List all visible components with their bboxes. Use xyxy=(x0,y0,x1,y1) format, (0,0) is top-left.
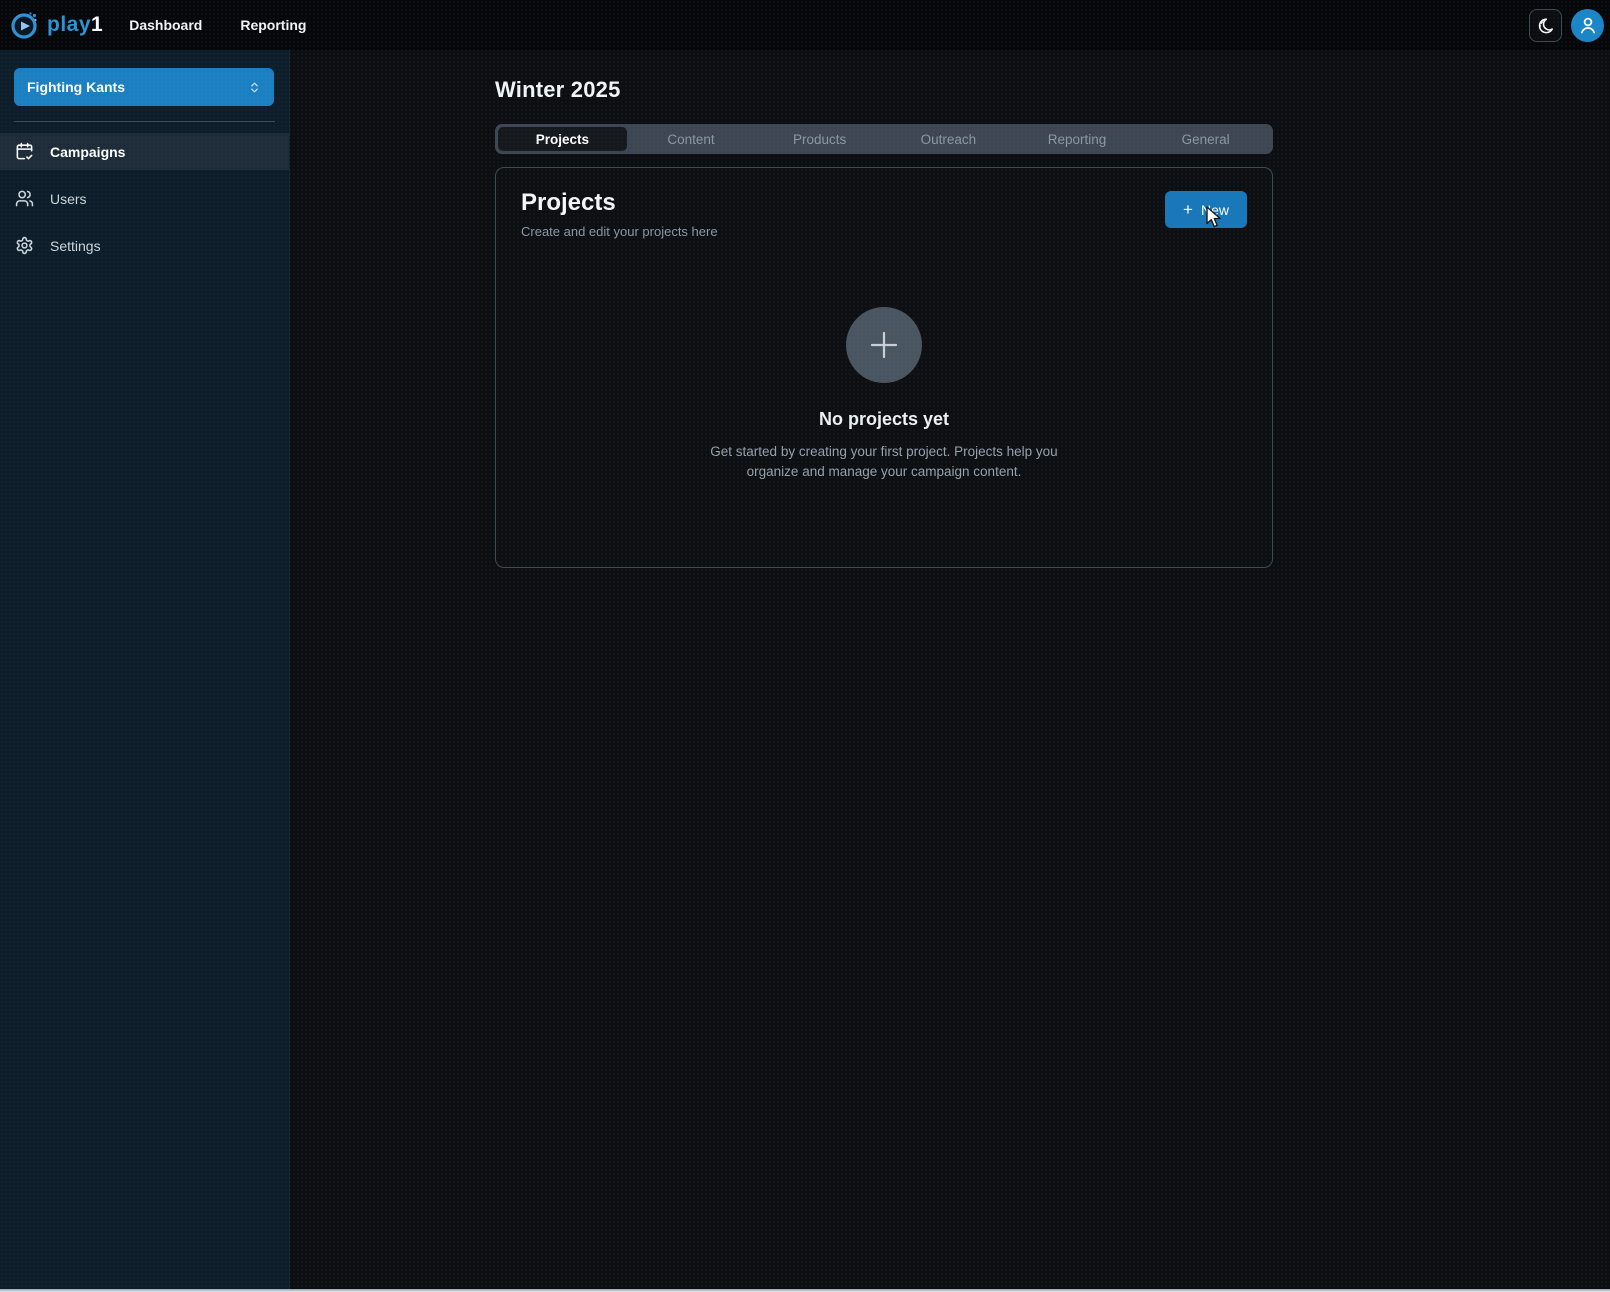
tab-projects[interactable]: Projects xyxy=(498,127,627,151)
nav-link-reporting[interactable]: Reporting xyxy=(240,17,306,33)
campaign-tabs: Projects Content Products Outreach Repor… xyxy=(495,124,1273,154)
sidebar: Fighting Kants Campaigns Users Settings xyxy=(0,50,290,1292)
projects-panel-heading: Projects Create and edit your projects h… xyxy=(521,189,718,239)
empty-state-plus-circle xyxy=(846,307,922,383)
sidebar-item-label: Campaigns xyxy=(50,143,126,160)
calendar-check-icon xyxy=(15,142,34,161)
tab-outreach[interactable]: Outreach xyxy=(884,127,1013,151)
app-logo[interactable]: play1 xyxy=(10,10,103,40)
sidebar-item-label: Settings xyxy=(50,237,101,254)
theme-toggle-button[interactable] xyxy=(1529,8,1562,42)
sidebar-item-users[interactable]: Users xyxy=(0,180,289,217)
user-avatar[interactable] xyxy=(1571,8,1604,42)
projects-panel: Projects Create and edit your projects h… xyxy=(495,167,1273,568)
top-navigation: Dashboard Reporting xyxy=(129,17,306,33)
main-area: Winter 2025 Projects Content Products Ou… xyxy=(290,50,1610,1292)
team-selector-dropdown[interactable]: Fighting Kants xyxy=(14,68,274,106)
plus-icon xyxy=(866,327,902,363)
play1-logo-icon xyxy=(10,10,40,40)
tab-reporting[interactable]: Reporting xyxy=(1013,127,1142,151)
empty-state-description: Get started by creating your first proje… xyxy=(710,444,1058,479)
new-project-button[interactable]: + New xyxy=(1165,191,1247,228)
team-selector-label: Fighting Kants xyxy=(27,79,125,95)
sidebar-nav: Campaigns Users Settings xyxy=(0,133,289,264)
page-title: Winter 2025 xyxy=(495,77,621,102)
sidebar-item-label: Users xyxy=(50,190,87,207)
plus-icon: + xyxy=(1183,199,1193,219)
users-icon xyxy=(15,189,34,208)
topbar: play1 Dashboard Reporting xyxy=(0,0,1610,50)
tab-content[interactable]: Content xyxy=(627,127,756,151)
projects-panel-header: Projects Create and edit your projects h… xyxy=(521,189,1247,239)
projects-panel-subtitle: Create and edit your projects here xyxy=(521,224,718,239)
sidebar-item-settings[interactable]: Settings xyxy=(0,227,289,264)
nav-link-dashboard[interactable]: Dashboard xyxy=(129,17,202,33)
sidebar-item-campaigns[interactable]: Campaigns xyxy=(0,133,289,170)
user-avatar-icon xyxy=(1576,13,1600,37)
new-project-button-label: New xyxy=(1200,201,1229,218)
gear-icon xyxy=(15,236,34,255)
tab-general[interactable]: General xyxy=(1141,127,1270,151)
sidebar-divider xyxy=(14,121,275,122)
moon-star-icon xyxy=(1536,16,1555,35)
projects-panel-title: Projects xyxy=(521,189,616,216)
empty-state: No projects yet Get started by creating … xyxy=(521,307,1247,481)
topbar-actions xyxy=(1529,8,1604,42)
campaign-content: Winter 2025 Projects Content Products Ou… xyxy=(495,50,1273,568)
tab-products[interactable]: Products xyxy=(755,127,884,151)
chevrons-up-down-icon xyxy=(248,81,261,94)
logo-wordmark: play1 xyxy=(47,13,104,36)
empty-state-title: No projects yet xyxy=(818,409,950,429)
